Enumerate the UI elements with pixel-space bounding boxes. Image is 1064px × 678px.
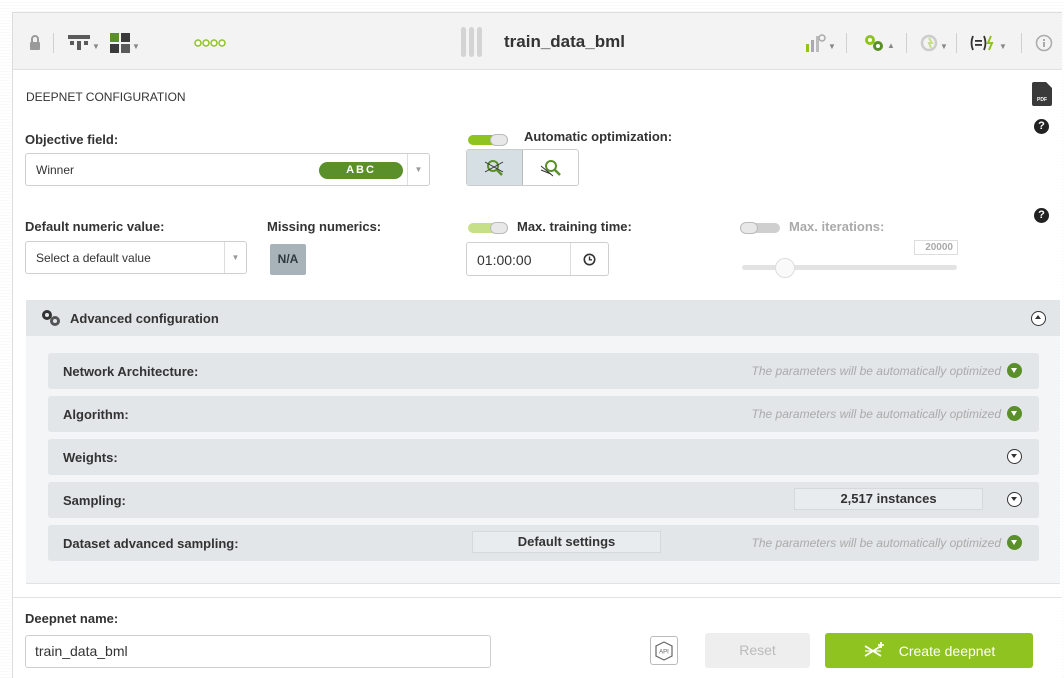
- sampling-settings-value: Default settings: [472, 531, 661, 553]
- dataset-fields-menu[interactable]: ▼: [110, 33, 140, 53]
- api-icon: API: [655, 640, 673, 661]
- toolbar-divider: [1021, 33, 1022, 53]
- page-title: train_data_bml: [504, 32, 625, 51]
- max-iterations-toggle[interactable]: [740, 222, 780, 234]
- caret-down-icon: ▼: [828, 41, 836, 51]
- expand-icon[interactable]: [1007, 449, 1022, 464]
- auto-optimization-label: Automatic optimization:: [524, 129, 673, 144]
- max-training-time-toggle[interactable]: [468, 222, 508, 234]
- default-numeric-label: Default numeric value:: [25, 219, 165, 234]
- network-search-icon: [484, 159, 503, 176]
- manual-mode-button[interactable]: [523, 150, 578, 185]
- deepnet-name-label: Deepnet name:: [25, 611, 119, 626]
- default-numeric-placeholder: Select a default value: [36, 251, 151, 265]
- info-icon[interactable]: [1035, 33, 1053, 53]
- row-note: The parameters will be automatically opt…: [751, 536, 1001, 550]
- row-label: Dataset advanced sampling:: [63, 536, 239, 551]
- auto-optimization-toggle[interactable]: [468, 134, 508, 146]
- expand-icon[interactable]: [1007, 406, 1022, 421]
- missing-numerics-button[interactable]: N/A: [270, 244, 306, 275]
- objective-field-label: Objective field:: [25, 132, 119, 147]
- gears-icon: [42, 310, 60, 326]
- optimized-mode-button[interactable]: [467, 150, 523, 185]
- row-label: Network Architecture:: [63, 364, 199, 379]
- network-search-icon: [540, 159, 561, 176]
- clock-icon[interactable]: [570, 243, 608, 275]
- expand-icon[interactable]: [1007, 363, 1022, 378]
- caret-down-icon: ▼: [132, 41, 140, 51]
- toolbar-divider: [906, 33, 907, 53]
- formula-menu[interactable]: ▼: [969, 33, 1007, 53]
- dataset-fields-icon: [110, 33, 130, 53]
- advanced-configuration-title: Advanced configuration: [70, 311, 219, 326]
- optimization-mode-switch: [466, 149, 579, 186]
- deepnet-name-input[interactable]: train_data_bml: [25, 635, 491, 668]
- create-deepnet-label: Create deepnet: [898, 642, 996, 659]
- recycle-icon: [920, 34, 938, 52]
- sampling-row[interactable]: Sampling: 2,517 instances: [48, 482, 1039, 518]
- row-note: The parameters will be automatically opt…: [751, 364, 1001, 378]
- toolbar: ▼ ▼ train_data_bml ▼ ▲ ▼ ▼: [13, 13, 1062, 70]
- objective-field-value: Winner: [36, 163, 75, 177]
- max-training-time-label: Max. training time:: [517, 219, 632, 234]
- chevron-down-icon: ▼: [407, 154, 429, 185]
- row-label: Weights:: [63, 450, 118, 465]
- toolbar-divider: [846, 33, 847, 53]
- max-training-time-value: 01:00:00: [477, 252, 532, 268]
- sampling-instances-value: 2,517 instances: [794, 488, 983, 510]
- lock-icon[interactable]: [29, 33, 41, 53]
- default-numeric-select[interactable]: Select a default value ▼: [25, 241, 247, 274]
- dataset-advanced-sampling-row[interactable]: Dataset advanced sampling: Default setti…: [48, 525, 1039, 561]
- help-icon[interactable]: ?: [1034, 208, 1049, 223]
- field-type-badge: ABC: [319, 162, 403, 179]
- objective-field-select[interactable]: Winner ABC ▼: [25, 153, 430, 186]
- recycle-menu[interactable]: ▼: [920, 33, 948, 53]
- expand-icon[interactable]: [1007, 492, 1022, 507]
- chevron-down-icon: ▼: [224, 242, 246, 273]
- caret-down-icon: ▼: [940, 41, 948, 51]
- row-label: Algorithm:: [63, 407, 129, 422]
- row-label: Sampling:: [63, 493, 126, 508]
- create-deepnet-button[interactable]: Create deepnet: [825, 633, 1033, 668]
- collapse-icon[interactable]: [1031, 311, 1046, 326]
- formula-icon: [970, 35, 994, 51]
- max-iterations-value: 20000: [914, 240, 958, 255]
- max-iterations-slider-handle[interactable]: [775, 258, 795, 278]
- api-button[interactable]: API: [650, 636, 678, 665]
- expand-icon[interactable]: [1007, 535, 1022, 550]
- help-icon[interactable]: ?: [1034, 119, 1049, 134]
- svg-text:API: API: [659, 649, 669, 655]
- toolbar-divider: [956, 33, 957, 53]
- missing-numerics-label: Missing numerics:: [267, 219, 382, 234]
- caret-down-icon: ▼: [999, 41, 1007, 51]
- caret-down-icon: ▼: [92, 41, 100, 51]
- deepnet-icon: [864, 641, 884, 657]
- tree-structure-icon: [68, 35, 90, 50]
- title-bars-icon: [461, 27, 482, 57]
- progress-dots-icon: [194, 33, 228, 53]
- network-architecture-row[interactable]: Network Architecture: The parameters wil…: [48, 353, 1039, 389]
- reset-button[interactable]: Reset: [705, 633, 810, 668]
- bar-chart-icon: [806, 34, 826, 52]
- algorithm-row[interactable]: Algorithm: The parameters will be automa…: [48, 396, 1039, 432]
- section-title: DEEPNET CONFIGURATION: [26, 90, 186, 104]
- gears-icon: [865, 35, 883, 51]
- divider: [13, 597, 1062, 598]
- toolbar-divider: [53, 33, 54, 53]
- configure-menu[interactable]: ▲: [863, 33, 895, 53]
- caret-up-icon: ▲: [887, 40, 895, 50]
- advanced-configuration-header[interactable]: Advanced configuration: [26, 300, 1060, 336]
- row-note: The parameters will be automatically opt…: [751, 407, 1001, 421]
- max-iterations-label: Max. iterations:: [789, 219, 885, 234]
- max-training-time-input[interactable]: 01:00:00: [466, 242, 609, 276]
- chart-menu[interactable]: ▼: [806, 33, 836, 53]
- weights-row[interactable]: Weights:: [48, 439, 1039, 475]
- tree-structure-menu[interactable]: ▼: [68, 33, 100, 53]
- pdf-download-icon[interactable]: PDF: [1032, 82, 1052, 106]
- pdf-icon-label: PDF: [1037, 97, 1047, 103]
